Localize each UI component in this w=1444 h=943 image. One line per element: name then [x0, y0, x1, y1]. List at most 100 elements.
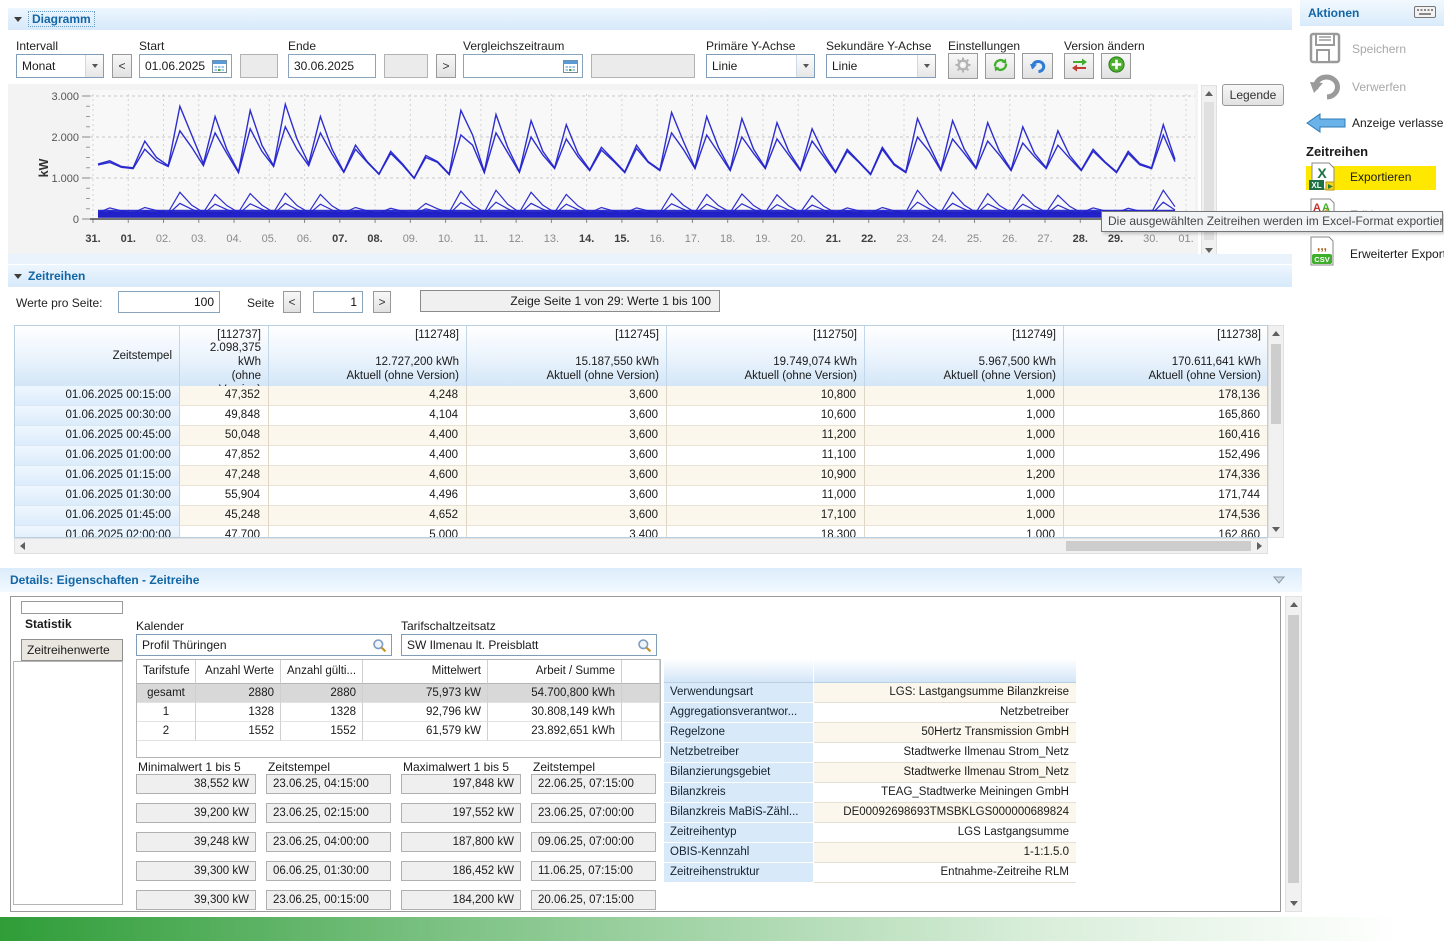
value-cell[interactable]: 4,600 [269, 466, 467, 486]
property-row[interactable]: OBIS-Kennzahl1-1:1.5.0 [664, 843, 1076, 863]
table-vertical-scrollbar[interactable] [1268, 325, 1284, 538]
value-cell[interactable]: 10,900 [667, 466, 865, 486]
scrollbar-thumb[interactable] [1066, 541, 1251, 551]
calendar-icon[interactable] [560, 57, 580, 75]
tab-zeitreihenwerte[interactable]: Zeitreihenwerte [21, 639, 123, 661]
value-cell[interactable]: 50,048 [180, 426, 269, 446]
value-cell[interactable]: 45,248 [180, 506, 269, 526]
primaere-y-achse-select[interactable]: Linie [706, 54, 815, 78]
table-row[interactable]: 01.06.2025 01:00:0047,8524,4003,60011,10… [15, 446, 1267, 466]
value-cell[interactable]: 1,000 [865, 386, 1064, 406]
search-magnifier-icon[interactable] [634, 636, 654, 654]
property-row[interactable]: Regelzone50Hertz Transmission GmbH [664, 723, 1076, 743]
timestamp-cell[interactable]: 01.06.2025 02:00:00 [15, 526, 180, 538]
tarifschaltzeitsatz-input[interactable]: SW Ilmenau lt. Preisblatt [401, 634, 657, 656]
legende-button[interactable]: Legende [1222, 84, 1284, 106]
seite-input[interactable] [313, 291, 363, 313]
details-collapse-icon[interactable] [1272, 574, 1286, 589]
value-cell[interactable]: 174,536 [1064, 506, 1268, 526]
value-cell[interactable]: 18,300 [667, 526, 865, 538]
collapse-caret-icon[interactable] [14, 17, 22, 22]
search-magnifier-icon[interactable] [369, 636, 389, 654]
series-column-header[interactable]: [112748]12.727,200 kWhAktuell (ohne Vers… [269, 326, 467, 386]
value-cell[interactable]: 160,416 [1064, 426, 1268, 446]
value-cell[interactable]: 4,248 [269, 386, 467, 406]
chevron-down-icon[interactable] [917, 55, 935, 77]
scroll-down-icon[interactable] [1269, 522, 1283, 537]
table-row[interactable]: 01.06.2025 00:45:0050,0484,4003,60011,20… [15, 426, 1267, 446]
value-cell[interactable]: 178,136 [1064, 386, 1268, 406]
timestamp-cell[interactable]: 01.06.2025 00:15:00 [15, 386, 180, 406]
scroll-right-icon[interactable] [1252, 539, 1267, 553]
chart-area[interactable]: 31.01.02.03.04.05.06.07.08.09.10.11.12.1… [8, 84, 1198, 262]
table-row[interactable]: 01.06.2025 01:30:0055,9044,4963,60011,00… [15, 486, 1267, 506]
details-vertical-scrollbar[interactable] [1285, 596, 1302, 912]
value-cell[interactable]: 4,400 [269, 426, 467, 446]
value-cell[interactable]: 1,000 [865, 446, 1064, 466]
diagramm-section-title[interactable]: Diagramm [28, 11, 95, 27]
ende-date-input[interactable]: 30.06.2025 [288, 54, 376, 78]
exportieren-button[interactable]: Exportieren [1350, 170, 1411, 184]
value-cell[interactable]: 10,600 [667, 406, 865, 426]
value-cell[interactable]: 3,400 [467, 526, 667, 538]
timestamp-cell[interactable]: 01.06.2025 01:45:00 [15, 506, 180, 526]
tab-statistik[interactable]: Statistik [25, 617, 72, 631]
calendar-icon[interactable] [209, 57, 229, 75]
property-row[interactable]: ZeitreihenstrukturEntnahme-Zeitreihe RLM [664, 863, 1076, 883]
value-cell[interactable]: 165,860 [1064, 406, 1268, 426]
anzeige-verlassen-button[interactable]: Anzeige verlassen [1352, 116, 1444, 130]
erweiterter-export-button[interactable]: Erweiterter Export [1350, 247, 1444, 261]
scroll-up-icon[interactable] [1286, 597, 1301, 612]
main-table[interactable]: Zeitstempel[112737]2.098,375 kWh(ohne Ve… [14, 325, 1268, 538]
value-cell[interactable]: 4,652 [269, 506, 467, 526]
value-cell[interactable]: 162,860 [1064, 526, 1268, 538]
next-period-button[interactable]: > [436, 54, 456, 78]
value-cell[interactable]: 152,496 [1064, 446, 1268, 466]
property-row[interactable]: Aggregationsverantwor...Netzbetreiber [664, 703, 1076, 723]
value-cell[interactable]: 1,000 [865, 406, 1064, 426]
table-row[interactable]: 01.06.2025 00:30:0049,8484,1043,60010,60… [15, 406, 1267, 426]
property-row[interactable]: ZeitreihentypLGS Lastgangsumme [664, 823, 1076, 843]
timestamp-column-header[interactable]: Zeitstempel [15, 326, 180, 386]
value-cell[interactable]: 174,336 [1064, 466, 1268, 486]
value-cell[interactable]: 1,200 [865, 466, 1064, 486]
kalender-input[interactable]: Profil Thüringen [136, 634, 392, 656]
series-column-header[interactable]: [112749]5.967,500 kWhAktuell (ohne Versi… [865, 326, 1064, 386]
chevron-down-icon[interactable] [85, 55, 103, 77]
chart-vertical-scrollbar[interactable] [1201, 85, 1217, 258]
value-cell[interactable]: 10,800 [667, 386, 865, 406]
table-row[interactable]: 01.06.2025 01:45:0045,2484,6523,60017,10… [15, 506, 1267, 526]
refresh-button[interactable] [985, 53, 1015, 79]
value-cell[interactable]: 11,200 [667, 426, 865, 446]
property-row[interactable]: NetzbetreiberStadtwerke Ilmenau Strom_Ne… [664, 743, 1076, 763]
value-cell[interactable]: 17,100 [667, 506, 865, 526]
scroll-down-icon[interactable] [1286, 896, 1301, 911]
value-cell[interactable]: 1,000 [865, 486, 1064, 506]
timestamp-cell[interactable]: 01.06.2025 01:15:00 [15, 466, 180, 486]
value-cell[interactable]: 171,744 [1064, 486, 1268, 506]
prev-period-button[interactable]: < [112, 54, 132, 78]
value-cell[interactable]: 1,000 [865, 526, 1064, 538]
value-cell[interactable]: 4,104 [269, 406, 467, 426]
value-cell[interactable]: 5,000 [269, 526, 467, 538]
value-cell[interactable]: 3,600 [467, 486, 667, 506]
value-cell[interactable]: 4,496 [269, 486, 467, 506]
value-cell[interactable]: 3,600 [467, 446, 667, 466]
statistik-row[interactable]: 11328132892,796 kW30.808,149 kWh [137, 703, 660, 722]
timestamp-cell[interactable]: 01.06.2025 01:30:00 [15, 486, 180, 506]
property-row[interactable]: Bilanzkreis MaBiS-Zähl...DE00092698693TM… [664, 803, 1076, 823]
property-row[interactable]: BilanzierungsgebietStadtwerke Ilmenau St… [664, 763, 1076, 783]
statistik-row[interactable]: 21552155261,579 kW23.892,651 kWh [137, 722, 660, 741]
timestamp-cell[interactable]: 01.06.2025 00:30:00 [15, 406, 180, 426]
change-version-button[interactable] [1064, 53, 1094, 79]
value-cell[interactable]: 3,600 [467, 406, 667, 426]
speichern-button[interactable]: Speichern [1352, 42, 1406, 56]
scroll-up-icon[interactable] [1202, 86, 1216, 100]
series-column-header[interactable]: [112738]170.611,641 kWhAktuell (ohne Ver… [1064, 326, 1268, 386]
value-cell[interactable]: 49,848 [180, 406, 269, 426]
timestamp-cell[interactable]: 01.06.2025 01:00:00 [15, 446, 180, 466]
keyboard-icon[interactable] [1414, 5, 1436, 22]
scroll-up-icon[interactable] [1269, 326, 1283, 341]
table-horizontal-scrollbar[interactable] [14, 538, 1268, 554]
value-cell[interactable]: 11,100 [667, 446, 865, 466]
